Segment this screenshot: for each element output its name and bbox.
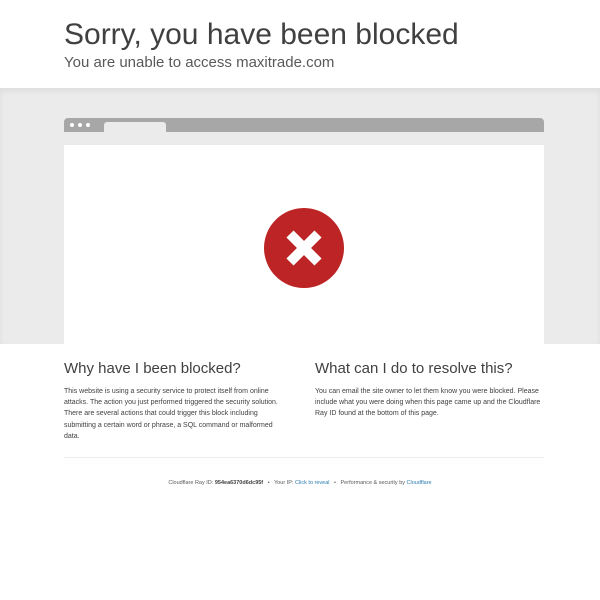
page-title: Sorry, you have been blocked — [64, 18, 459, 51]
window-dot — [78, 123, 82, 127]
resolve-text: You can email the site owner to let them… — [315, 388, 541, 418]
blocked-x-icon — [264, 208, 344, 288]
reveal-ip-link[interactable]: Click to reveal — [295, 480, 330, 486]
resolve-heading: What can I do to resolve this? — [315, 360, 513, 377]
browser-illustration-window — [64, 145, 544, 350]
browser-tab — [104, 122, 166, 132]
window-dot — [70, 123, 74, 127]
why-blocked-text: This website is using a security service… — [64, 388, 278, 440]
ip-label: Your IP: — [274, 480, 294, 486]
page-subtitle: You are unable to access maxitrade.com — [64, 54, 335, 71]
footer-separator: • — [334, 480, 336, 486]
ray-id-value: 954ea6370d6dc95f — [214, 480, 264, 486]
page-header: Sorry, you have been blocked You are una… — [0, 0, 600, 88]
window-dot — [86, 123, 90, 127]
footer-divider — [64, 457, 544, 458]
footer-separator: • — [267, 480, 270, 486]
cloudflare-link[interactable]: Cloudflare — [407, 480, 432, 486]
why-blocked-heading: Why have I been blocked? — [64, 360, 241, 377]
ray-id-label: Cloudflare Ray ID: — [168, 480, 214, 486]
browser-illustration-bar — [64, 118, 544, 132]
footer: Cloudflare Ray ID: 954ea6370d6dc95f • Yo… — [0, 478, 600, 488]
performance-label: Performance & security by — [340, 480, 406, 486]
